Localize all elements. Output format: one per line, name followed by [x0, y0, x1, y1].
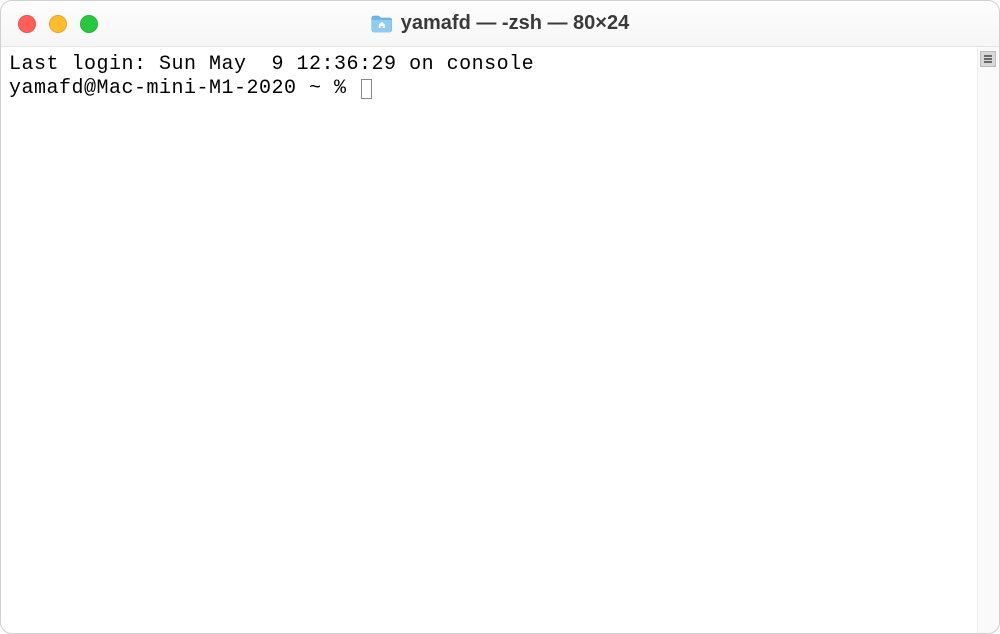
close-button[interactable] — [18, 15, 36, 33]
zoom-button[interactable] — [80, 15, 98, 33]
titlebar: yamafd — -zsh — 80×24 — [1, 1, 999, 47]
last-login-line: Last login: Sun May 9 12:36:29 on consol… — [9, 53, 534, 76]
traffic-lights — [1, 15, 98, 33]
scrollbar-menu-icon[interactable] — [980, 51, 996, 67]
terminal-window: yamafd — -zsh — 80×24 Last login: Sun Ma… — [0, 0, 1000, 634]
prompt-line: yamafd@Mac-mini-M1-2020 ~ % — [9, 77, 969, 101]
terminal-content[interactable]: Last login: Sun May 9 12:36:29 on consol… — [1, 47, 977, 633]
folder-home-icon — [371, 15, 393, 33]
cursor-icon — [361, 79, 372, 99]
terminal-body: Last login: Sun May 9 12:36:29 on consol… — [1, 47, 999, 633]
minimize-button[interactable] — [49, 15, 67, 33]
scrollbar[interactable] — [977, 47, 999, 633]
prompt-text: yamafd@Mac-mini-M1-2020 ~ % — [9, 77, 359, 101]
window-title-text: yamafd — -zsh — 80×24 — [401, 12, 629, 35]
window-title-group: yamafd — -zsh — 80×24 — [371, 12, 629, 35]
